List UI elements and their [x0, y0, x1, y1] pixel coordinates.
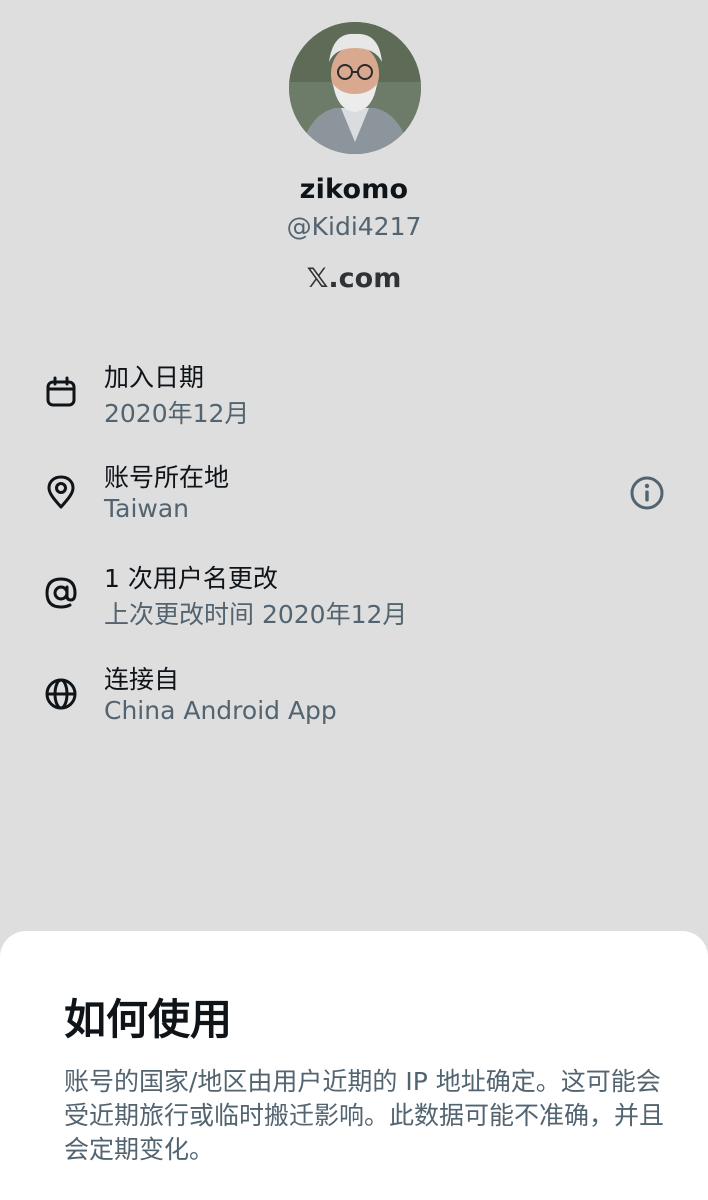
username-changes-value: 上次更改时间 2020年12月	[104, 600, 408, 629]
sheet-title: 如何使用	[64, 995, 233, 1044]
account-location-value: Taiwan	[104, 494, 190, 523]
display-name: zikomo	[299, 174, 409, 205]
account-location-row: 账号所在地 Taiwan	[0, 458, 708, 538]
site-link[interactable]: 𝕏.com	[0, 263, 708, 294]
user-handle: @Kidi4217	[286, 212, 422, 241]
location-pin-icon	[43, 474, 79, 510]
join-date-label: 加入日期	[104, 363, 205, 392]
connected-via-label: 连接自	[104, 665, 180, 694]
username-changes-row: 1 次用户名更改 上次更改时间 2020年12月	[0, 559, 708, 639]
how-it-works-sheet: 如何使用 账号的国家/地区由用户近期的 IP 地址确定。这可能会受近期旅行或临时…	[0, 931, 708, 1200]
account-location-label: 账号所在地	[104, 463, 230, 492]
username-changes-label: 1 次用户名更改	[104, 564, 278, 593]
join-date-row: 加入日期 2020年12月	[0, 358, 708, 438]
calendar-icon	[43, 374, 79, 410]
join-date-value: 2020年12月	[104, 399, 250, 428]
connected-via-value: China Android App	[104, 696, 337, 725]
avatar[interactable]	[289, 22, 421, 154]
at-sign-icon	[43, 575, 79, 611]
globe-icon	[43, 676, 79, 712]
info-circle-icon[interactable]	[628, 474, 666, 512]
sheet-body-text: 账号的国家/地区由用户近期的 IP 地址确定。这可能会受近期旅行或临时搬迁影响。…	[64, 1067, 665, 1164]
connected-via-row: 连接自 China Android App	[0, 660, 708, 740]
